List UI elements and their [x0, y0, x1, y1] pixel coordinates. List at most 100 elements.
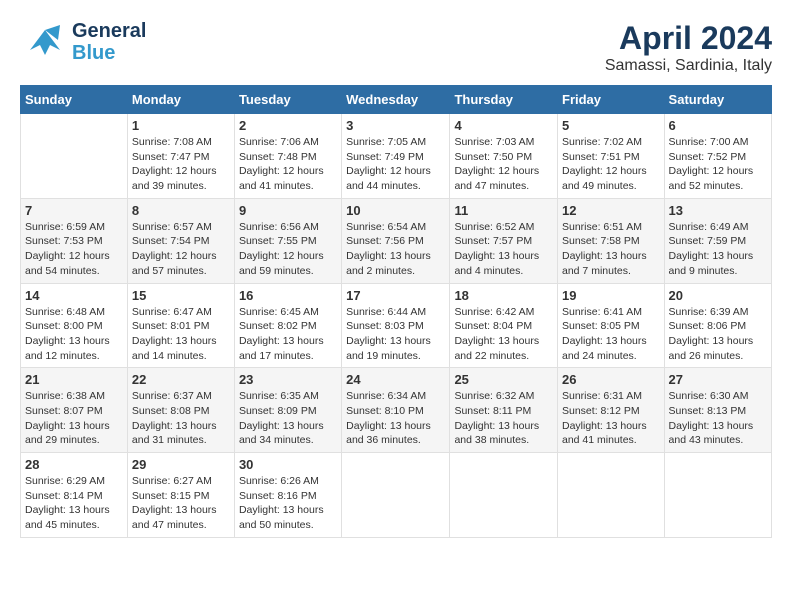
day-info: Sunrise: 6:31 AM Sunset: 8:12 PM Dayligh…	[562, 389, 660, 448]
calendar-cell: 30 Sunrise: 6:26 AM Sunset: 8:16 PM Dayli…	[234, 453, 341, 538]
calendar-cell: 9Sunrise: 6:56 AM Sunset: 7:55 PM Daylig…	[234, 198, 341, 283]
day-info: Sunrise: 6:35 AM Sunset: 8:09 PM Dayligh…	[239, 389, 337, 448]
day-info: Sunrise: 6:29 AM Sunset: 8:14 PM Dayligh…	[25, 474, 123, 533]
day-info: Sunrise: 6:42 AM Sunset: 8:04 PM Dayligh…	[454, 305, 553, 364]
day-number: 20	[669, 288, 767, 303]
calendar-cell: 18 Sunrise: 6:42 AM Sunset: 8:04 PM Dayli…	[450, 283, 558, 368]
day-number: 10	[346, 203, 445, 218]
day-info: Sunrise: 6:38 AM Sunset: 8:07 PM Dayligh…	[25, 389, 123, 448]
day-info: Sunrise: 6:37 AM Sunset: 8:08 PM Dayligh…	[132, 389, 230, 448]
calendar-cell: 29Sunrise: 6:27 AM Sunset: 8:15 PM Dayli…	[127, 453, 234, 538]
day-number: 8	[132, 203, 230, 218]
calendar-week-row: 7Sunrise: 6:59 AM Sunset: 7:53 PM Daylig…	[21, 198, 772, 283]
day-info: Sunrise: 6:56 AM Sunset: 7:55 PM Dayligh…	[239, 220, 337, 279]
day-number: 19	[562, 288, 660, 303]
day-of-week-header: Wednesday	[342, 86, 450, 114]
calendar-cell: 8 Sunrise: 6:57 AM Sunset: 7:54 PM Daylig…	[127, 198, 234, 283]
calendar-cell: 28 Sunrise: 6:29 AM Sunset: 8:14 PM Dayli…	[21, 453, 128, 538]
day-number: 7	[25, 203, 123, 218]
day-of-week-header: Thursday	[450, 86, 558, 114]
calendar-cell: 6Sunrise: 7:00 AM Sunset: 7:52 PM Daylig…	[664, 114, 771, 199]
calendar-cell: 13 Sunrise: 6:49 AM Sunset: 7:59 PM Dayli…	[664, 198, 771, 283]
day-info: Sunrise: 6:49 AM Sunset: 7:59 PM Dayligh…	[669, 220, 767, 279]
calendar-cell: 26 Sunrise: 6:31 AM Sunset: 8:12 PM Dayli…	[558, 368, 665, 453]
day-info: Sunrise: 6:41 AM Sunset: 8:05 PM Dayligh…	[562, 305, 660, 364]
day-number: 21	[25, 372, 123, 387]
calendar-table: SundayMondayTuesdayWednesdayThursdayFrid…	[20, 85, 772, 538]
day-number: 15	[132, 288, 230, 303]
calendar-cell: 14Sunrise: 6:48 AM Sunset: 8:00 PM Dayli…	[21, 283, 128, 368]
calendar-subtitle: Samassi, Sardinia, Italy	[605, 57, 772, 75]
logo-blue: Blue	[72, 42, 146, 64]
day-info: Sunrise: 6:27 AM Sunset: 8:15 PM Dayligh…	[132, 474, 230, 533]
calendar-cell: 15Sunrise: 6:47 AM Sunset: 8:01 PM Dayli…	[127, 283, 234, 368]
day-info: Sunrise: 7:00 AM Sunset: 7:52 PM Dayligh…	[669, 135, 767, 194]
calendar-cell: 16Sunrise: 6:45 AM Sunset: 8:02 PM Dayli…	[234, 283, 341, 368]
day-number: 4	[454, 118, 553, 133]
calendar-cell: 21 Sunrise: 6:38 AM Sunset: 8:07 PM Dayli…	[21, 368, 128, 453]
calendar-cell: 23 Sunrise: 6:35 AM Sunset: 8:09 PM Dayli…	[234, 368, 341, 453]
calendar-cell: 1 Sunrise: 7:08 AM Sunset: 7:47 PM Daylig…	[127, 114, 234, 199]
day-number: 23	[239, 372, 337, 387]
logo: General Blue	[20, 20, 146, 64]
calendar-week-row: 1 Sunrise: 7:08 AM Sunset: 7:47 PM Daylig…	[21, 114, 772, 199]
page-header: General Blue April 2024 Samassi, Sardini…	[20, 20, 772, 75]
day-info: Sunrise: 6:26 AM Sunset: 8:16 PM Dayligh…	[239, 474, 337, 533]
calendar-cell	[450, 453, 558, 538]
day-info: Sunrise: 6:52 AM Sunset: 7:57 PM Dayligh…	[454, 220, 553, 279]
logo-general: General	[72, 20, 146, 42]
calendar-cell: 10 Sunrise: 6:54 AM Sunset: 7:56 PM Dayli…	[342, 198, 450, 283]
calendar-header-row: SundayMondayTuesdayWednesdayThursdayFrid…	[21, 86, 772, 114]
day-number: 14	[25, 288, 123, 303]
day-number: 28	[25, 457, 123, 472]
day-number: 30	[239, 457, 337, 472]
calendar-cell: 22 Sunrise: 6:37 AM Sunset: 8:08 PM Dayli…	[127, 368, 234, 453]
day-info: Sunrise: 6:30 AM Sunset: 8:13 PM Dayligh…	[669, 389, 767, 448]
calendar-cell: 3Sunrise: 7:05 AM Sunset: 7:49 PM Daylig…	[342, 114, 450, 199]
calendar-cell	[21, 114, 128, 199]
day-info: Sunrise: 7:05 AM Sunset: 7:49 PM Dayligh…	[346, 135, 445, 194]
day-number: 1	[132, 118, 230, 133]
title-block: April 2024 Samassi, Sardinia, Italy	[605, 20, 772, 75]
day-info: Sunrise: 6:32 AM Sunset: 8:11 PM Dayligh…	[454, 389, 553, 448]
calendar-week-row: 14Sunrise: 6:48 AM Sunset: 8:00 PM Dayli…	[21, 283, 772, 368]
day-of-week-header: Tuesday	[234, 86, 341, 114]
calendar-cell: 2Sunrise: 7:06 AM Sunset: 7:48 PM Daylig…	[234, 114, 341, 199]
day-info: Sunrise: 6:57 AM Sunset: 7:54 PM Dayligh…	[132, 220, 230, 279]
calendar-title: April 2024	[605, 20, 772, 57]
day-number: 24	[346, 372, 445, 387]
day-number: 11	[454, 203, 553, 218]
day-number: 13	[669, 203, 767, 218]
general-blue-icon	[20, 20, 70, 64]
day-number: 26	[562, 372, 660, 387]
day-of-week-header: Friday	[558, 86, 665, 114]
day-number: 25	[454, 372, 553, 387]
calendar-cell: 17Sunrise: 6:44 AM Sunset: 8:03 PM Dayli…	[342, 283, 450, 368]
day-number: 22	[132, 372, 230, 387]
day-info: Sunrise: 6:51 AM Sunset: 7:58 PM Dayligh…	[562, 220, 660, 279]
calendar-cell	[558, 453, 665, 538]
day-number: 12	[562, 203, 660, 218]
calendar-cell	[664, 453, 771, 538]
calendar-cell: 7Sunrise: 6:59 AM Sunset: 7:53 PM Daylig…	[21, 198, 128, 283]
day-info: Sunrise: 6:45 AM Sunset: 8:02 PM Dayligh…	[239, 305, 337, 364]
calendar-cell: 12 Sunrise: 6:51 AM Sunset: 7:58 PM Dayli…	[558, 198, 665, 283]
calendar-cell: 20 Sunrise: 6:39 AM Sunset: 8:06 PM Dayli…	[664, 283, 771, 368]
day-of-week-header: Saturday	[664, 86, 771, 114]
calendar-cell: 25 Sunrise: 6:32 AM Sunset: 8:11 PM Dayli…	[450, 368, 558, 453]
calendar-cell: 27Sunrise: 6:30 AM Sunset: 8:13 PM Dayli…	[664, 368, 771, 453]
day-info: Sunrise: 7:03 AM Sunset: 7:50 PM Dayligh…	[454, 135, 553, 194]
calendar-cell: 11 Sunrise: 6:52 AM Sunset: 7:57 PM Dayli…	[450, 198, 558, 283]
day-info: Sunrise: 7:06 AM Sunset: 7:48 PM Dayligh…	[239, 135, 337, 194]
day-of-week-header: Monday	[127, 86, 234, 114]
day-info: Sunrise: 7:02 AM Sunset: 7:51 PM Dayligh…	[562, 135, 660, 194]
day-info: Sunrise: 6:54 AM Sunset: 7:56 PM Dayligh…	[346, 220, 445, 279]
calendar-cell: 24Sunrise: 6:34 AM Sunset: 8:10 PM Dayli…	[342, 368, 450, 453]
day-info: Sunrise: 6:39 AM Sunset: 8:06 PM Dayligh…	[669, 305, 767, 364]
day-info: Sunrise: 7:08 AM Sunset: 7:47 PM Dayligh…	[132, 135, 230, 194]
day-info: Sunrise: 6:44 AM Sunset: 8:03 PM Dayligh…	[346, 305, 445, 364]
calendar-week-row: 21 Sunrise: 6:38 AM Sunset: 8:07 PM Dayli…	[21, 368, 772, 453]
day-number: 5	[562, 118, 660, 133]
day-number: 18	[454, 288, 553, 303]
calendar-week-row: 28 Sunrise: 6:29 AM Sunset: 8:14 PM Dayli…	[21, 453, 772, 538]
